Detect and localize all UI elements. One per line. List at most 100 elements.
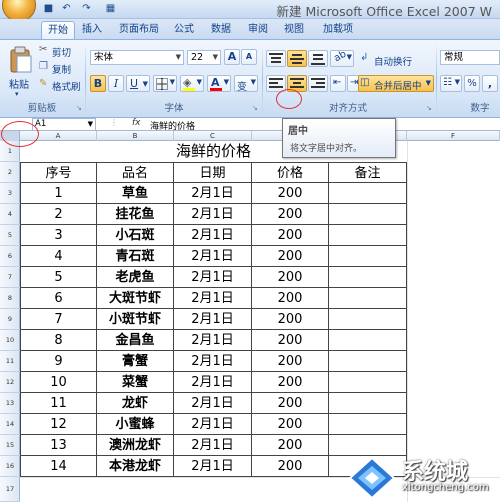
row-header[interactable]: 15 [0, 435, 20, 456]
wrap-text-button[interactable]: ↲ 自动换行 [358, 50, 418, 68]
orientation-button[interactable]: ab ▼ [330, 49, 354, 67]
table-cell-price[interactable]: 200 [252, 288, 329, 309]
row-header[interactable]: 16 [0, 456, 20, 477]
table-cell-price[interactable]: 200 [252, 435, 329, 456]
table-cell-price[interactable]: 200 [252, 414, 329, 435]
tab-addins[interactable]: 加载项 [318, 21, 358, 39]
bold-button[interactable]: B [90, 75, 106, 92]
row-header[interactable]: 11 [0, 351, 20, 372]
format-painter-button[interactable]: ✎ 格式刷 [37, 77, 81, 93]
column-header-f[interactable]: F [407, 131, 500, 141]
number-format-select[interactable]: 常规 [440, 50, 500, 65]
table-cell-index[interactable]: 14 [20, 456, 97, 477]
table-cell-date[interactable]: 2月1日 [174, 351, 252, 372]
row-header[interactable]: 12 [0, 372, 20, 393]
align-middle-button[interactable] [287, 50, 307, 67]
column-header-c[interactable]: C [174, 131, 252, 141]
column-header-b[interactable]: B [97, 131, 174, 141]
tab-home[interactable]: 开始 [41, 21, 75, 39]
percent-button[interactable]: % [464, 75, 480, 92]
table-cell-name[interactable]: 龙虾 [97, 393, 174, 414]
table-cell-price[interactable]: 200 [252, 393, 329, 414]
row-header[interactable]: 3 [0, 183, 20, 204]
table-cell-index[interactable]: 9 [20, 351, 97, 372]
phonetic-button[interactable]: 变 ▼ [234, 75, 258, 93]
table-cell-remark[interactable] [329, 393, 407, 414]
table-cell-name[interactable]: 老虎鱼 [97, 267, 174, 288]
table-cell-date[interactable]: 2月1日 [174, 372, 252, 393]
table-cell-index[interactable]: 4 [20, 246, 97, 267]
table-cell-remark[interactable] [329, 414, 407, 435]
table-cell-index[interactable]: 5 [20, 267, 97, 288]
table-header-price[interactable]: 价格 [252, 162, 329, 183]
row-header[interactable]: 9 [0, 309, 20, 330]
table-cell-price[interactable]: 200 [252, 246, 329, 267]
align-top-button[interactable] [266, 50, 286, 67]
table-cell-name[interactable]: 澳洲龙虾 [97, 435, 174, 456]
table-cell-name[interactable]: 大斑节虾 [97, 288, 174, 309]
row-header[interactable]: 17 [0, 477, 20, 502]
comma-button[interactable]: , [482, 75, 498, 92]
font-size-select[interactable]: 22 ▼ [187, 50, 221, 65]
shrink-font-button[interactable]: A [241, 49, 257, 65]
table-cell-price[interactable]: 200 [252, 183, 329, 204]
table-header-remark[interactable]: 备注 [329, 162, 407, 183]
table-cell-date[interactable]: 2月1日 [174, 204, 252, 225]
font-name-select[interactable]: 宋体 ▼ [90, 50, 184, 65]
row-header[interactable]: 2 [0, 162, 20, 183]
underline-button[interactable]: U ▼ [126, 75, 150, 92]
table-cell-date[interactable]: 2月1日 [174, 309, 252, 330]
table-cell-name[interactable]: 小斑节虾 [97, 309, 174, 330]
tab-view[interactable]: 视图 [280, 21, 308, 39]
table-cell-price[interactable]: 200 [252, 309, 329, 330]
row-header[interactable]: 4 [0, 204, 20, 225]
row-header[interactable]: 6 [0, 246, 20, 267]
table-cell-date[interactable]: 2月1日 [174, 288, 252, 309]
row-header[interactable]: 13 [0, 393, 20, 414]
table-cell-date[interactable]: 2月1日 [174, 183, 252, 204]
table-cell-remark[interactable] [329, 204, 407, 225]
name-box[interactable]: A1 ▼ [32, 118, 96, 131]
table-cell-price[interactable]: 200 [252, 330, 329, 351]
copy-button[interactable]: ❐ 复制 [37, 60, 79, 76]
table-cell-index[interactable]: 7 [20, 309, 97, 330]
fill-color-button[interactable]: ◈ ▼ [180, 75, 204, 92]
paste-button[interactable]: 粘贴 ▾ [4, 43, 34, 99]
table-cell-name[interactable]: 草鱼 [97, 183, 174, 204]
table-cell-name[interactable]: 青石斑 [97, 246, 174, 267]
table-cell-remark[interactable] [329, 330, 407, 351]
align-bottom-button[interactable] [308, 50, 328, 67]
table-cell-name[interactable]: 小石斑 [97, 225, 174, 246]
table-cell-date[interactable]: 2月1日 [174, 414, 252, 435]
table-cell-remark[interactable] [329, 351, 407, 372]
table-header-date[interactable]: 日期 [174, 162, 252, 183]
row-header[interactable]: 8 [0, 288, 20, 309]
table-header-name[interactable]: 品名 [97, 162, 174, 183]
table-cell-date[interactable]: 2月1日 [174, 435, 252, 456]
table-cell-name[interactable]: 挂花鱼 [97, 204, 174, 225]
table-cell-remark[interactable] [329, 288, 407, 309]
italic-button[interactable]: I [108, 75, 124, 92]
undo-icon[interactable]: ↶ [60, 3, 73, 15]
dialog-launcher-icon[interactable]: ↘ [76, 104, 84, 112]
table-cell-price[interactable]: 200 [252, 267, 329, 288]
table-cell-index[interactable]: 6 [20, 288, 97, 309]
table-cell-remark[interactable] [329, 267, 407, 288]
fx-icon[interactable]: fx [132, 118, 141, 128]
table-cell-index[interactable]: 8 [20, 330, 97, 351]
table-cell-remark[interactable] [329, 225, 407, 246]
merge-center-button[interactable]: ◫ 合并后居中 ▼ [358, 75, 434, 92]
table-cell-index[interactable]: 1 [20, 183, 97, 204]
table-cell-date[interactable]: 2月1日 [174, 456, 252, 477]
table-cell-date[interactable]: 2月1日 [174, 393, 252, 414]
dialog-launcher-icon[interactable]: ↘ [426, 104, 434, 112]
tab-page-layout[interactable]: 页面布局 [113, 21, 165, 39]
table-cell-price[interactable]: 200 [252, 204, 329, 225]
align-right-button[interactable] [308, 75, 328, 92]
font-color-button[interactable]: A ▼ [207, 75, 231, 92]
table-cell-name[interactable]: 菜蟹 [97, 372, 174, 393]
table-cell-index[interactable]: 3 [20, 225, 97, 246]
table-cell-index[interactable]: 10 [20, 372, 97, 393]
table-cell-price[interactable]: 200 [252, 456, 329, 477]
dialog-launcher-icon[interactable]: ↘ [252, 104, 260, 112]
